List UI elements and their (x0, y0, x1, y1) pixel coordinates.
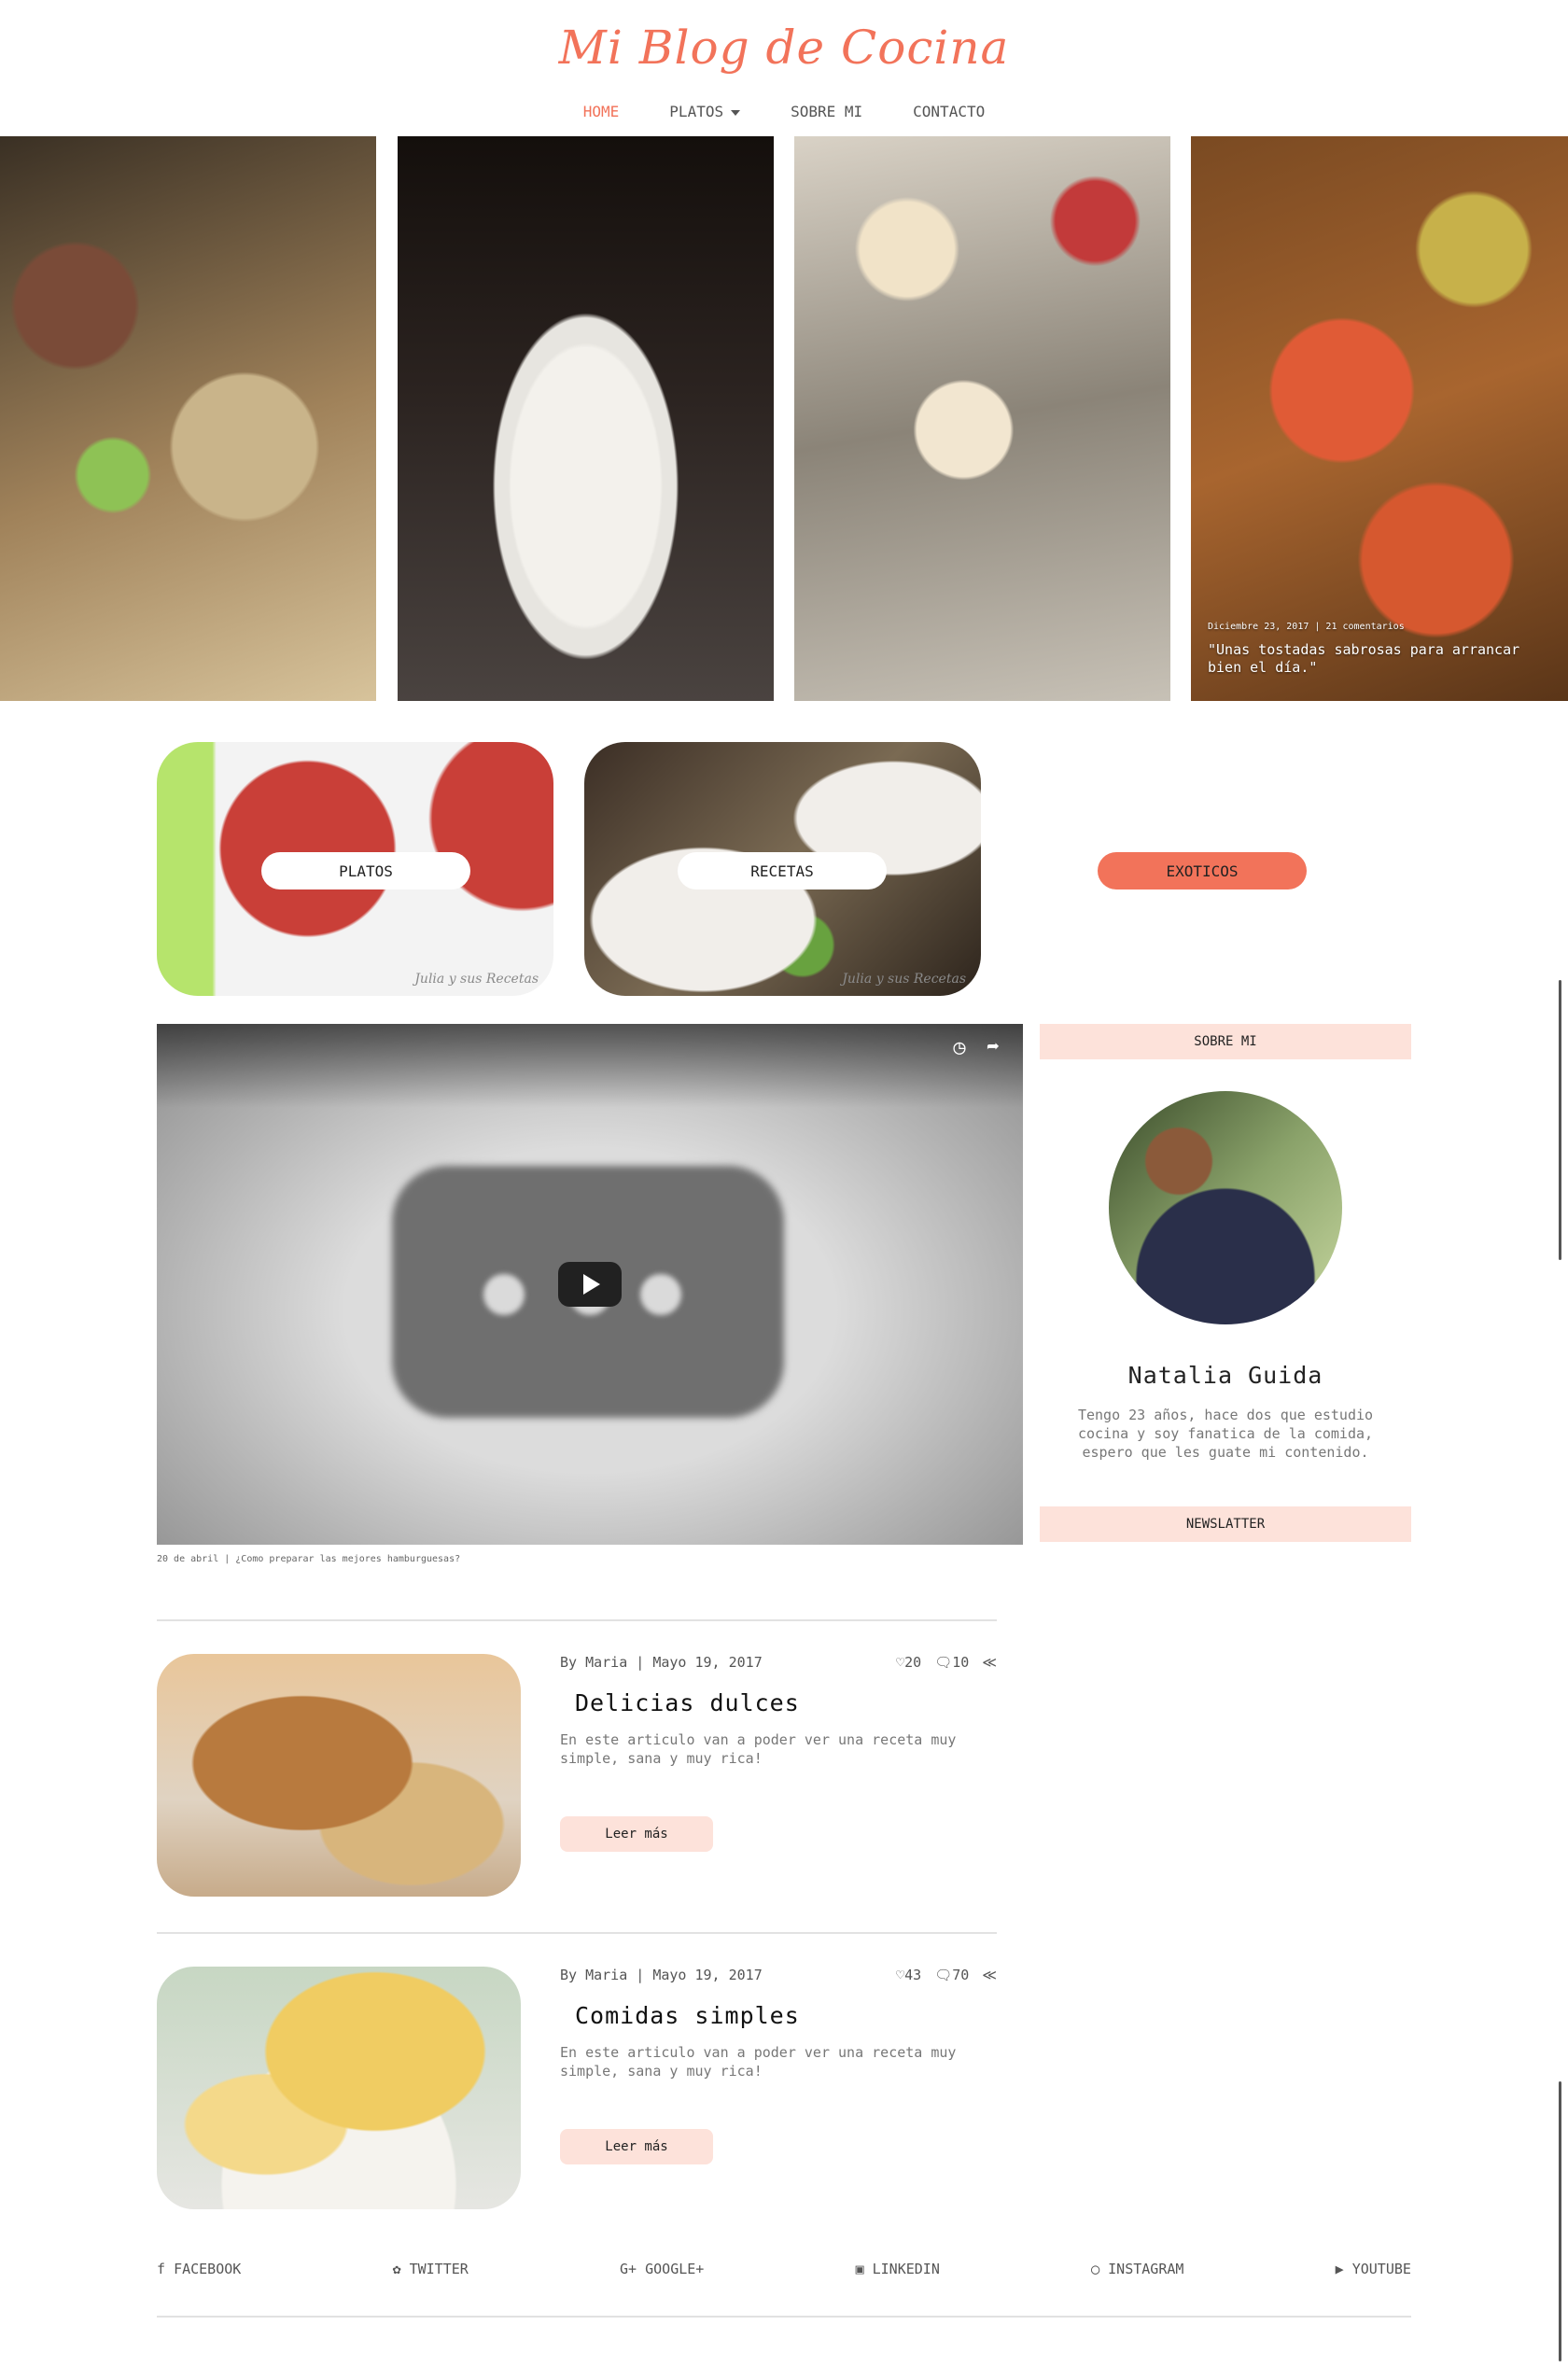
sidebar-heading-newsletter: NEWSLATTER (1040, 1506, 1411, 1542)
author-name: Natalia Guida (1127, 1362, 1323, 1389)
hero-caption: Diciembre 23, 2017 | 21 comentarios "Una… (1208, 622, 1553, 677)
google-plus-icon: G+ (620, 2261, 646, 2277)
nav-contacto[interactable]: CONTACTO (913, 103, 985, 120)
article-byline: By Maria | Mayo 19, 2017 (560, 1967, 763, 1983)
share-icon[interactable]: ≪ (982, 1967, 997, 1983)
signature-watermark: Julia y sus Recetas (414, 972, 539, 987)
scrollbar-thumb[interactable] (1559, 2081, 1561, 2361)
comment-icon: 🗨 (934, 1967, 953, 1983)
article-meta: By Maria | Mayo 19, 2017 ♡43 🗨70 ≪ (560, 1967, 997, 1983)
likes[interactable]: ♡20 (896, 1654, 921, 1671)
hero-image-oats[interactable] (794, 136, 1170, 701)
hero-image-toasts[interactable]: Diciembre 23, 2017 | 21 comentarios "Una… (1191, 136, 1568, 701)
likes-count: 43 (904, 1967, 922, 1983)
hero-image-tacos[interactable] (0, 136, 376, 701)
article-card: By Maria | Mayo 19, 2017 ♡43 🗨70 ≪ Comid… (157, 1967, 997, 2209)
comments[interactable]: 🗨10 (934, 1654, 969, 1671)
article-thumbnail[interactable] (157, 1654, 521, 1897)
share-icon[interactable]: ≪ (982, 1654, 997, 1671)
article-title[interactable]: Delicias dulces (575, 1689, 800, 1716)
article-card: By Maria | Mayo 19, 2017 ♡20 🗨10 ≪ Delic… (157, 1654, 997, 1897)
comments-count: 10 (952, 1654, 970, 1671)
article-thumbnail[interactable] (157, 1967, 521, 2209)
category-cards: PLATOS Julia y sus Recetas RECETAS Julia… (157, 742, 1411, 996)
watch-later-icon[interactable]: ◷ (948, 1037, 971, 1059)
author-bio: Tengo 23 años, hace dos que estudio coci… (1077, 1407, 1374, 1461)
social-links: f FACEBOOK ✿ TWITTER G+ GOOGLE+ ▣ LINKED… (157, 2261, 1411, 2277)
social-linkedin-label: LINKEDIN (872, 2261, 940, 2277)
social-linkedin[interactable]: ▣ LINKEDIN (856, 2261, 940, 2277)
article-stats: ♡20 🗨10 ≪ (896, 1654, 997, 1671)
sidebar-heading-about: SOBRE MI (1040, 1024, 1411, 1059)
read-more-button[interactable]: Leer más (560, 2129, 713, 2164)
heart-icon: ♡ (896, 1967, 905, 1983)
category-card-platos[interactable]: PLATOS Julia y sus Recetas (157, 742, 553, 996)
likes[interactable]: ♡43 (896, 1967, 921, 1983)
video-top-shade (157, 1024, 1023, 1108)
comments[interactable]: 🗨70 (934, 1967, 969, 1983)
category-card-recetas[interactable]: RECETAS Julia y sus Recetas (584, 742, 981, 996)
hero-caption-meta: Diciembre 23, 2017 | 21 comentarios (1208, 622, 1405, 632)
social-facebook-label: FACEBOOK (174, 2261, 242, 2277)
read-more-button[interactable]: Leer más (560, 1816, 713, 1852)
twitter-icon: ✿ (392, 2261, 410, 2277)
social-youtube-label: YOUTUBE (1351, 2261, 1411, 2277)
social-facebook[interactable]: f FACEBOOK (157, 2261, 241, 2277)
signature-watermark: Julia y sus Recetas (842, 972, 966, 987)
blog-logo[interactable]: Mi Blog de Cocina (0, 21, 1568, 75)
youtube-icon: ▶ (1335, 2261, 1352, 2277)
scrollbar-thumb[interactable] (1559, 980, 1561, 1260)
play-button[interactable] (558, 1262, 622, 1307)
main-nav: HOME PLATOS SOBRE MI CONTACTO (0, 103, 1568, 120)
hero-caption-quote[interactable]: "Unas tostadas sabrosas para arrancar bi… (1208, 641, 1553, 677)
divider (157, 1932, 997, 1934)
category-button-recetas[interactable]: RECETAS (678, 852, 887, 889)
divider (157, 1619, 997, 1621)
linkedin-icon: ▣ (855, 2261, 873, 2277)
category-button-platos[interactable]: PLATOS (261, 852, 470, 889)
video-thumbnail-dot (640, 1274, 681, 1315)
article-meta: By Maria | Mayo 19, 2017 ♡20 🗨10 ≪ (560, 1654, 997, 1671)
heart-icon: ♡ (896, 1654, 905, 1671)
nav-platos[interactable]: PLATOS (669, 103, 741, 120)
facebook-icon: f (157, 2261, 175, 2277)
category-button-exoticos[interactable]: EXOTICOS (1098, 852, 1307, 889)
hero-gallery: Diciembre 23, 2017 | 21 comentarios "Una… (0, 136, 1568, 701)
article-byline: By Maria | Mayo 19, 2017 (560, 1654, 763, 1671)
nav-home[interactable]: HOME (583, 103, 620, 120)
author-avatar (1109, 1091, 1342, 1324)
hero-image-salmon[interactable] (398, 136, 774, 701)
social-instagram-label: INSTAGRAM (1108, 2261, 1184, 2277)
sidebar: SOBRE MI Natalia Guida Tengo 23 años, ha… (1040, 1024, 1411, 1542)
article-stats: ♡43 🗨70 ≪ (896, 1967, 997, 1983)
footer-divider (157, 2316, 1411, 2318)
social-google[interactable]: G+ GOOGLE+ (620, 2261, 704, 2277)
article-title[interactable]: Comidas simples (575, 2002, 800, 2029)
likes-count: 20 (904, 1654, 922, 1671)
video-caption[interactable]: 20 de abril | ¿Como preparar las mejores… (157, 1554, 460, 1564)
nav-platos-label: PLATOS (669, 103, 724, 120)
comment-icon: 🗨 (934, 1654, 953, 1671)
chevron-down-icon (731, 109, 741, 116)
social-twitter[interactable]: ✿ TWITTER (393, 2261, 469, 2277)
social-youtube[interactable]: ▶ YOUTUBE (1336, 2261, 1411, 2277)
article-excerpt: En este articulo van a poder ver una rec… (560, 1731, 957, 1767)
social-twitter-label: TWITTER (409, 2261, 469, 2277)
social-instagram[interactable]: ◯ INSTAGRAM (1091, 2261, 1183, 2277)
instagram-icon: ◯ (1091, 2261, 1109, 2277)
share-icon[interactable]: ➦ (982, 1037, 1004, 1059)
social-google-label: GOOGLE+ (645, 2261, 705, 2277)
comments-count: 70 (952, 1967, 970, 1983)
video-player[interactable]: ◷ ➦ (157, 1024, 1023, 1545)
video-thumbnail-dot (483, 1274, 525, 1315)
article-excerpt: En este articulo van a poder ver una rec… (560, 2044, 957, 2080)
nav-sobre-mi[interactable]: SOBRE MI (791, 103, 862, 120)
